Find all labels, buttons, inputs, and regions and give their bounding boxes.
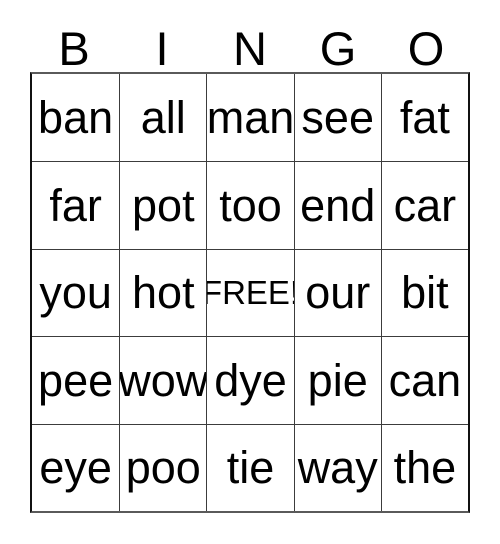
bingo-cell-label: hot xyxy=(132,267,195,319)
bingo-cell[interactable]: ban xyxy=(32,74,120,162)
bingo-cell-label: way xyxy=(297,442,378,494)
bingo-header-letter: G xyxy=(319,22,357,75)
bingo-grid: ban all man see fat far pot too end car … xyxy=(30,72,470,513)
bingo-cell-label: all xyxy=(140,92,186,144)
bingo-cell[interactable]: poo xyxy=(119,424,207,511)
bingo-row: eye poo tie way the xyxy=(32,423,469,511)
bingo-cell-label: too xyxy=(219,180,282,232)
bingo-cell-label: poo xyxy=(125,442,201,494)
bingo-header-letter: B xyxy=(58,22,90,75)
bingo-cell[interactable]: hot xyxy=(119,249,207,337)
bingo-cell-label: wow xyxy=(119,354,207,406)
bingo-cell[interactable]: fat xyxy=(380,74,469,162)
bingo-cell-label: see xyxy=(301,92,374,144)
bingo-header-cell-n: N xyxy=(206,22,294,72)
bingo-cell-label: bit xyxy=(401,267,449,319)
bingo-cell[interactable]: see xyxy=(293,74,381,162)
bingo-header-cell-o: O xyxy=(382,22,470,72)
bingo-cell[interactable]: our xyxy=(293,249,381,337)
bingo-cell[interactable]: wow xyxy=(119,337,207,424)
bingo-cell[interactable]: tie xyxy=(206,424,294,511)
bingo-cell-label: you xyxy=(39,267,112,319)
bingo-cell-label: fat xyxy=(399,92,450,144)
bingo-cell-label: far xyxy=(49,180,102,232)
bingo-row: ban all man see fat xyxy=(32,74,469,162)
bingo-cell-label: man xyxy=(206,92,294,144)
bingo-cell-label: can xyxy=(388,354,462,406)
bingo-cell[interactable]: pie xyxy=(293,337,381,424)
bingo-cell[interactable]: can xyxy=(380,337,469,424)
bingo-cell-label: car xyxy=(393,180,457,232)
bingo-cell-free[interactable]: FREE! xyxy=(206,249,294,337)
bingo-header-letter: I xyxy=(155,22,169,75)
bingo-free-label: FREE! xyxy=(207,274,293,312)
bingo-header-row: B I N G O xyxy=(30,22,470,72)
bingo-cell-label: pie xyxy=(307,354,368,406)
bingo-header-cell-b: B xyxy=(30,22,118,72)
bingo-cell-label: tie xyxy=(226,442,275,494)
bingo-cell-label: the xyxy=(393,442,457,494)
bingo-cell-label: dye xyxy=(214,354,287,406)
bingo-cell-label: our xyxy=(305,267,371,319)
bingo-row: pee wow dye pie can xyxy=(32,336,469,424)
bingo-cell-label: pot xyxy=(132,180,195,232)
bingo-header-cell-i: I xyxy=(118,22,206,72)
bingo-cell[interactable]: pot xyxy=(119,162,207,249)
bingo-row: you hot FREE! our bit xyxy=(32,248,469,337)
bingo-cell-label: eye xyxy=(39,442,112,494)
bingo-row: far pot too end car xyxy=(32,161,469,249)
bingo-cell[interactable]: car xyxy=(380,162,469,249)
bingo-cell-label: pee xyxy=(38,354,114,406)
bingo-cell[interactable]: the xyxy=(380,424,469,511)
bingo-cell[interactable]: end xyxy=(293,162,381,249)
bingo-header-letter: N xyxy=(233,22,267,75)
bingo-cell[interactable]: way xyxy=(293,424,381,511)
bingo-cell[interactable]: dye xyxy=(206,337,294,424)
bingo-header-letter: O xyxy=(407,22,445,75)
bingo-cell[interactable]: pee xyxy=(32,337,120,424)
bingo-cell[interactable]: far xyxy=(32,162,120,249)
bingo-cell[interactable]: eye xyxy=(32,424,120,511)
bingo-cell-label: end xyxy=(300,180,376,232)
bingo-cell[interactable]: too xyxy=(206,162,294,249)
bingo-cell[interactable]: all xyxy=(119,74,207,162)
bingo-header-cell-g: G xyxy=(294,22,382,72)
bingo-cell-label: ban xyxy=(38,92,114,144)
bingo-cell[interactable]: bit xyxy=(380,249,469,337)
bingo-cell[interactable]: man xyxy=(206,74,294,162)
bingo-card: B I N G O ban all man see fat far pot to… xyxy=(0,0,500,544)
bingo-cell[interactable]: you xyxy=(32,249,120,337)
